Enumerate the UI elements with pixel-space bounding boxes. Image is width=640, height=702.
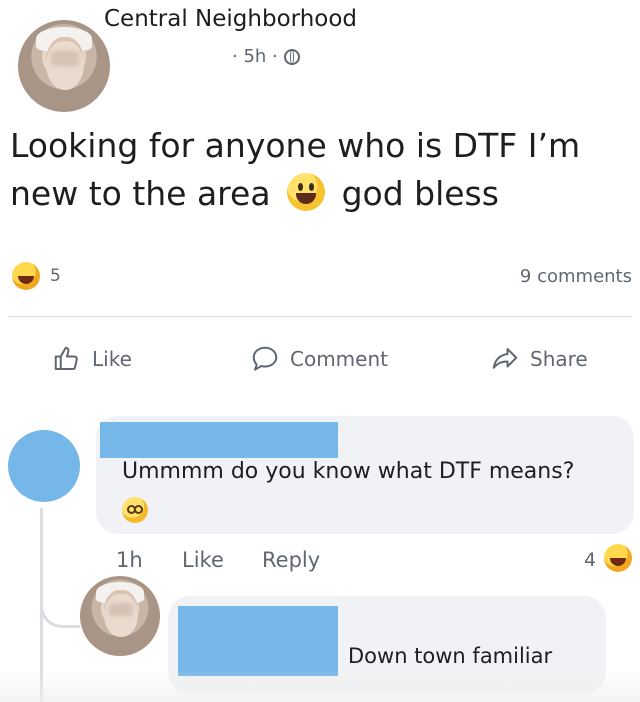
post-time[interactable]: · 5h · — [232, 46, 278, 67]
reply-text: Down town familiar — [348, 644, 553, 668]
post-body: Looking for anyone who is DTF I’m new to… — [10, 122, 630, 218]
comment-time[interactable]: 1h — [116, 548, 143, 572]
commenter-avatar[interactable] — [8, 430, 80, 502]
share-label: Share — [530, 347, 588, 371]
redacted-name — [178, 606, 338, 676]
divider — [8, 316, 632, 317]
comment-reaction-count[interactable]: 4 — [584, 549, 596, 571]
thread-connector — [40, 588, 80, 628]
comment-text: Ummmm do you know what DTF means? — [122, 459, 575, 484]
bottom-fade — [0, 670, 640, 702]
post-meta: · 5h · — [232, 46, 300, 67]
reply-author-avatar[interactable] — [80, 576, 160, 656]
share-button[interactable]: Share — [490, 344, 588, 374]
comment-button[interactable]: Comment — [250, 344, 388, 374]
comment-reply-button[interactable]: Reply — [262, 548, 320, 572]
like-button[interactable]: Like — [52, 344, 132, 374]
comment-like-button[interactable]: Like — [182, 548, 224, 572]
post-author-name[interactable]: Central Neighborhood — [104, 6, 357, 32]
share-icon — [492, 348, 518, 369]
laughing-emoji-icon[interactable] — [604, 544, 632, 572]
comment-icon — [252, 346, 278, 371]
comments-count[interactable]: 9 comments — [520, 266, 632, 287]
comment-label: Comment — [290, 347, 388, 371]
author-avatar[interactable] — [18, 20, 110, 112]
reaction-count[interactable]: 5 — [50, 266, 61, 286]
like-label: Like — [92, 347, 132, 371]
thumbs-up-icon — [54, 346, 78, 370]
flushed-emoji-icon — [122, 497, 148, 523]
smiley-emoji-icon — [287, 173, 326, 211]
post-text-part-2: god bless — [341, 174, 499, 213]
redacted-name — [100, 422, 338, 458]
laughing-emoji-icon[interactable] — [12, 262, 40, 290]
globe-icon — [283, 48, 300, 65]
